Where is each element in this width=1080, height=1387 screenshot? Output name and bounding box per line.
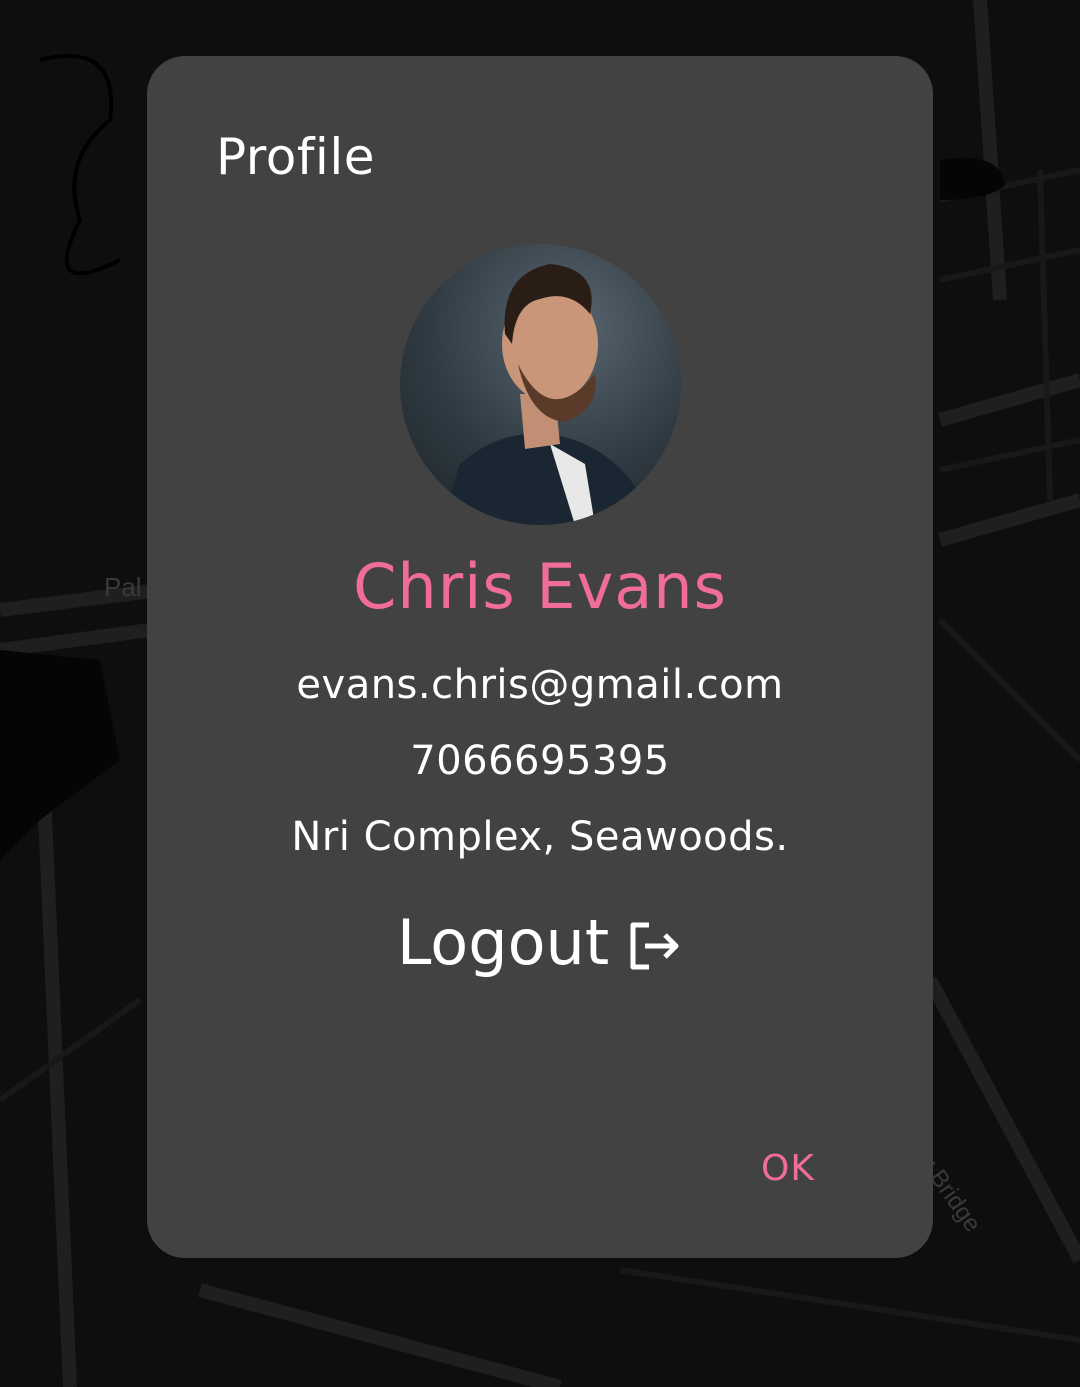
dialog-title: Profile [216, 128, 375, 186]
ok-button[interactable]: OK [761, 1148, 815, 1189]
logout-label: Logout [396, 906, 610, 979]
user-email: evans.chris@gmail.com [296, 662, 784, 708]
logout-icon [630, 922, 679, 969]
avatar [400, 244, 681, 525]
logout-button[interactable]: Logout [147, 906, 933, 979]
profile-dialog: Profile Chris Evans evans.chris@gmail.co… [147, 56, 933, 1258]
user-phone: 7066695395 [410, 738, 670, 784]
user-address: Nri Complex, Seawoods. [291, 814, 789, 860]
avatar-portrait-image [440, 264, 650, 525]
map-street-label: Pal [104, 572, 142, 602]
user-name: Chris Evans [353, 550, 727, 623]
